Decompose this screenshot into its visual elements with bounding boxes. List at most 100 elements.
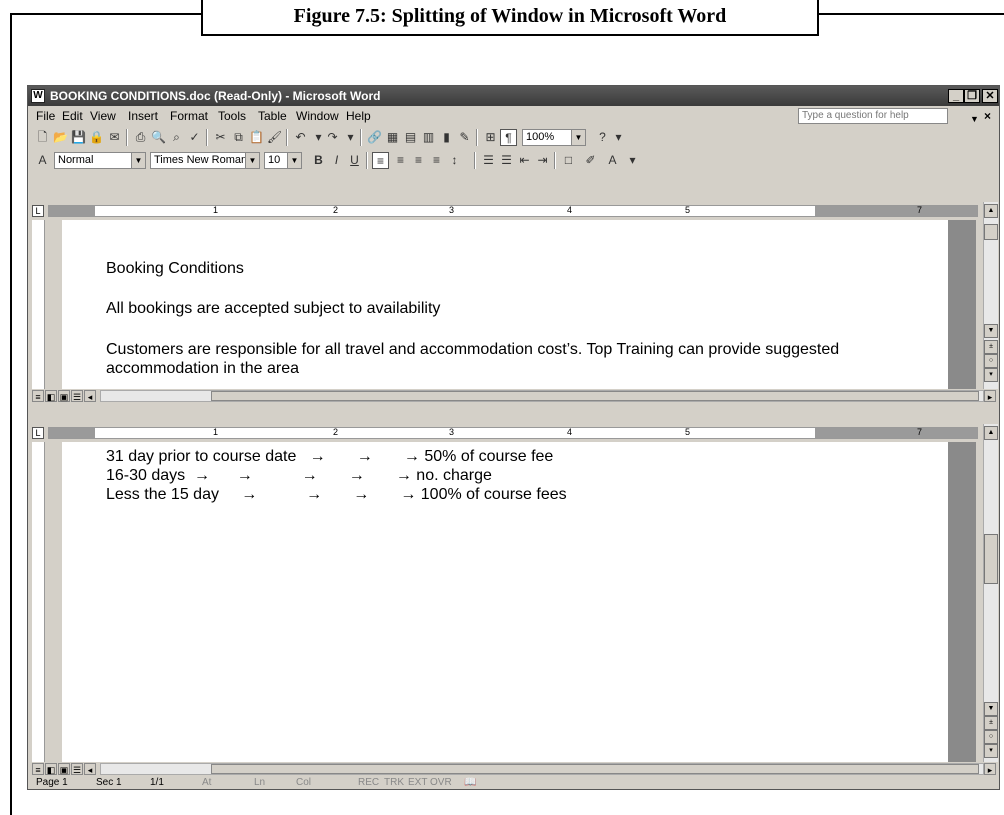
spelling-status-icon[interactable]: 📖: [464, 776, 476, 790]
select-browse-object-icon[interactable]: ○: [984, 354, 998, 368]
show-hide-formatting-icon[interactable]: ¶: [500, 129, 517, 146]
web-layout-icon[interactable]: ◧: [45, 390, 57, 402]
status-ovr[interactable]: OVR: [430, 776, 452, 790]
scroll-down-arrow-icon[interactable]: ▼: [984, 324, 998, 338]
chevron-down-icon[interactable]: ▼: [131, 153, 145, 168]
outline-view-icon[interactable]: ☰: [71, 763, 83, 775]
vertical-ruler[interactable]: [32, 220, 45, 389]
permission-icon[interactable]: 🔒: [88, 129, 105, 146]
menu-table[interactable]: Table: [258, 106, 287, 126]
justify-icon[interactable]: ≡: [428, 152, 445, 169]
insert-excel-icon[interactable]: ▥: [420, 129, 437, 146]
bold-button[interactable]: B: [310, 152, 327, 169]
align-right-icon[interactable]: ≡: [410, 152, 427, 169]
chevron-down-icon[interactable]: ▼: [571, 130, 585, 145]
scroll-left-arrow-icon[interactable]: ◂: [84, 390, 96, 402]
vertical-ruler[interactable]: [32, 442, 45, 762]
tab-selector-icon[interactable]: L: [32, 205, 44, 217]
increase-indent-icon[interactable]: ⇥: [534, 152, 551, 169]
styles-formatting-icon[interactable]: A: [34, 152, 51, 169]
scroll-left-arrow-icon[interactable]: ◂: [84, 763, 96, 775]
document-map-icon[interactable]: ⊞: [482, 129, 499, 146]
redo-dropdown-icon[interactable]: ▾: [342, 129, 359, 146]
scroll-up-arrow-icon[interactable]: ▲: [984, 426, 998, 440]
horizontal-scroll-thumb[interactable]: [211, 764, 979, 774]
font-color-icon[interactable]: A: [604, 152, 621, 169]
research-icon[interactable]: ⌕: [168, 129, 185, 146]
line-spacing-icon[interactable]: ↕: [446, 152, 463, 169]
align-center-icon[interactable]: ≡: [392, 152, 409, 169]
paste-icon[interactable]: 📋: [248, 129, 265, 146]
previous-page-icon[interactable]: ±: [984, 716, 998, 730]
scroll-right-arrow-icon[interactable]: ▸: [984, 390, 996, 402]
scroll-right-arrow-icon[interactable]: ▸: [984, 763, 996, 775]
chevron-down-icon[interactable]: ▼: [245, 153, 259, 168]
horizontal-scroll-thumb[interactable]: [211, 391, 979, 401]
format-painter-icon[interactable]: 🖌: [266, 129, 283, 146]
horizontal-ruler[interactable]: L 1 2 3 4 5 7: [28, 424, 999, 442]
menu-window[interactable]: Window: [296, 106, 339, 126]
underline-button[interactable]: U: [346, 152, 363, 169]
menu-insert[interactable]: Insert: [128, 106, 158, 126]
horizontal-ruler[interactable]: L 1 2 3 4 5 7: [28, 202, 999, 220]
toolbar-options-icon[interactable]: ▾: [624, 152, 641, 169]
scroll-up-arrow-icon[interactable]: ▲: [984, 204, 998, 218]
top-pane-vertical-scrollbar[interactable]: ▲ ▼ ± ○ ▾: [983, 202, 998, 389]
italic-button[interactable]: I: [328, 152, 345, 169]
copy-icon[interactable]: ⧉: [230, 129, 247, 146]
select-browse-object-icon[interactable]: ○: [984, 730, 998, 744]
status-ext[interactable]: EXT: [408, 776, 427, 790]
previous-page-icon[interactable]: ±: [984, 340, 998, 354]
bullets-icon[interactable]: ☰: [498, 152, 515, 169]
hyperlink-icon[interactable]: 🔗: [366, 129, 383, 146]
help-question-input[interactable]: Type a question for help: [798, 108, 948, 124]
tables-borders-icon[interactable]: ▦: [384, 129, 401, 146]
new-document-icon[interactable]: 🗋: [34, 129, 51, 146]
columns-icon[interactable]: ▮: [438, 129, 455, 146]
font-select[interactable]: Times New Roman ▼: [150, 152, 260, 169]
print-icon[interactable]: ⎙: [132, 129, 149, 146]
bottom-pane-vertical-scrollbar[interactable]: ▲ ▼ ± ○ ▾: [983, 424, 998, 762]
split-bar[interactable]: [28, 403, 999, 424]
menu-format[interactable]: Format: [170, 106, 208, 126]
undo-icon[interactable]: ↶: [292, 129, 309, 146]
print-layout-icon[interactable]: ▣: [58, 390, 70, 402]
normal-view-icon[interactable]: ≡: [32, 390, 44, 402]
highlight-icon[interactable]: ✐: [582, 152, 599, 169]
horizontal-scroll-track[interactable]: [100, 390, 984, 402]
minimize-button[interactable]: _: [948, 89, 964, 103]
bottom-pane-horizontal-scrollbar[interactable]: ≡ ◧ ▣ ☰ ◂ ▸: [28, 762, 999, 776]
top-pane-horizontal-scrollbar[interactable]: ≡ ◧ ▣ ☰ ◂ ▸: [28, 389, 999, 403]
scroll-thumb[interactable]: [984, 534, 998, 584]
numbering-icon[interactable]: ☰: [480, 152, 497, 169]
status-trk[interactable]: TRK: [384, 776, 404, 790]
save-icon[interactable]: 💾: [70, 129, 87, 146]
document-page-bottom[interactable]: 31 day prior to course date → → → 50% of…: [62, 442, 948, 762]
help-icon[interactable]: ?: [594, 129, 611, 146]
print-layout-icon[interactable]: ▣: [58, 763, 70, 775]
redo-icon[interactable]: ↷: [324, 129, 341, 146]
menu-tools[interactable]: Tools: [218, 106, 246, 126]
horizontal-scroll-track[interactable]: [100, 763, 984, 775]
scroll-thumb[interactable]: [984, 224, 998, 240]
align-left-icon[interactable]: ≡: [372, 152, 389, 169]
open-folder-icon[interactable]: 📂: [52, 129, 69, 146]
menu-edit[interactable]: Edit: [62, 106, 83, 126]
word-app-icon[interactable]: W: [31, 89, 45, 103]
email-icon[interactable]: ✉: [106, 129, 123, 146]
restore-button[interactable]: ❐: [964, 89, 980, 103]
toolbar-options-icon[interactable]: ▾: [610, 129, 627, 146]
menu-help[interactable]: Help: [346, 106, 371, 126]
chevron-down-icon[interactable]: ▼: [287, 153, 301, 168]
close-document-button[interactable]: ×: [984, 106, 991, 126]
document-page-top[interactable]: Booking Conditions All bookings are acce…: [62, 220, 948, 389]
title-bar[interactable]: W BOOKING CONDITIONS.doc (Read-Only) - M…: [28, 86, 999, 106]
outline-view-icon[interactable]: ☰: [71, 390, 83, 402]
style-select[interactable]: Normal ▼: [54, 152, 146, 169]
insert-table-icon[interactable]: ▤: [402, 129, 419, 146]
close-button[interactable]: ✕: [982, 89, 998, 103]
scroll-down-arrow-icon[interactable]: ▼: [984, 702, 998, 716]
next-page-icon[interactable]: ▾: [984, 368, 998, 382]
menu-view[interactable]: View: [90, 106, 116, 126]
zoom-select[interactable]: 100% ▼: [522, 129, 586, 146]
